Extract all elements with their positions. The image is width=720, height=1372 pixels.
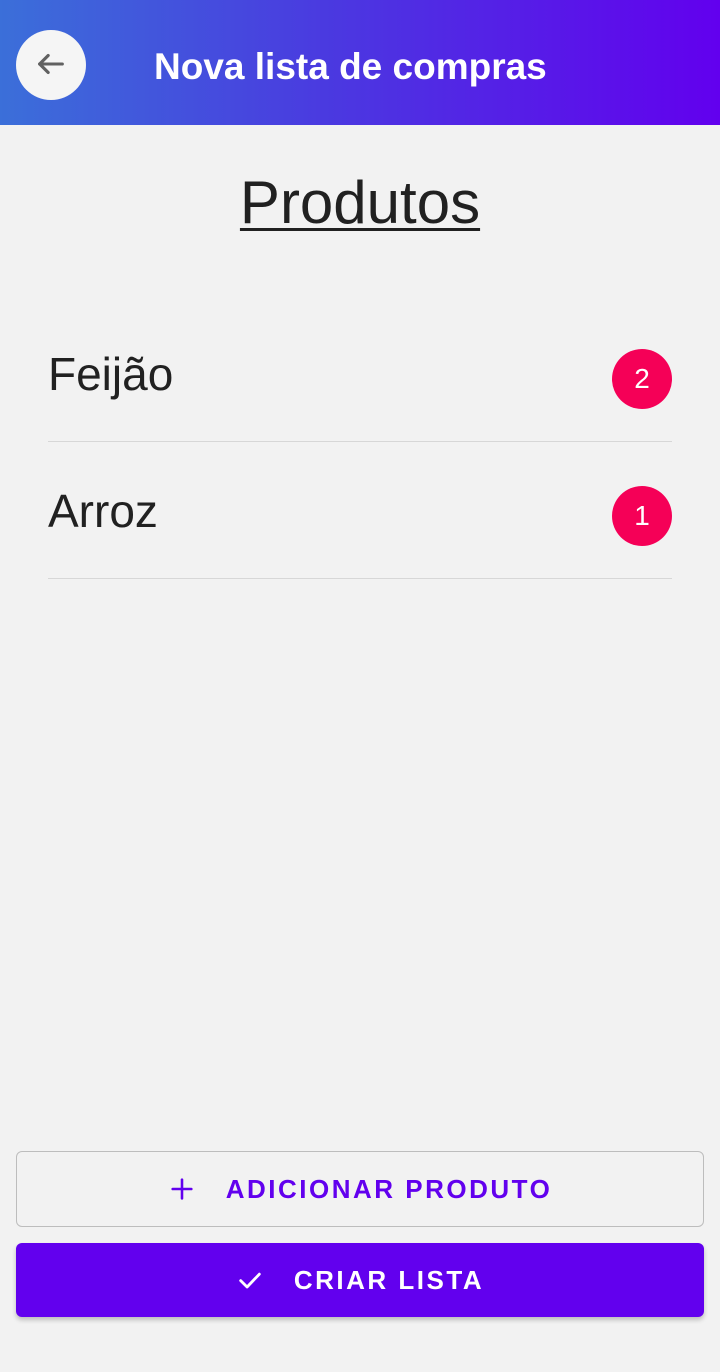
back-button[interactable]	[16, 30, 86, 100]
app-title: Nova lista de compras	[154, 46, 547, 87]
app-screen: Nova lista de compras Produtos Feijão 2 …	[0, 0, 720, 1372]
product-list: Feijão 2 Arroz 1	[48, 305, 672, 579]
quantity-badge: 1	[612, 486, 672, 546]
plus-icon	[168, 1175, 196, 1203]
product-row[interactable]: Arroz 1	[48, 442, 672, 579]
check-icon	[236, 1266, 264, 1294]
quantity-badge: 2	[612, 349, 672, 409]
create-list-label: CRIAR LISTA	[293, 1264, 485, 1295]
product-row[interactable]: Feijão 2	[48, 305, 672, 442]
create-list-button[interactable]: CRIAR LISTA	[16, 1243, 704, 1317]
add-product-label: ADICIONAR PRODUTO	[225, 1173, 553, 1204]
add-product-button[interactable]: ADICIONAR PRODUTO	[16, 1151, 704, 1227]
arrow-left-icon	[34, 47, 68, 84]
section-title: Produtos	[0, 168, 720, 238]
app-bar: Nova lista de compras	[0, 0, 720, 125]
section-title-text: Produtos	[239, 169, 481, 236]
product-name: Arroz	[48, 485, 158, 537]
product-name: Feijão	[48, 348, 174, 400]
